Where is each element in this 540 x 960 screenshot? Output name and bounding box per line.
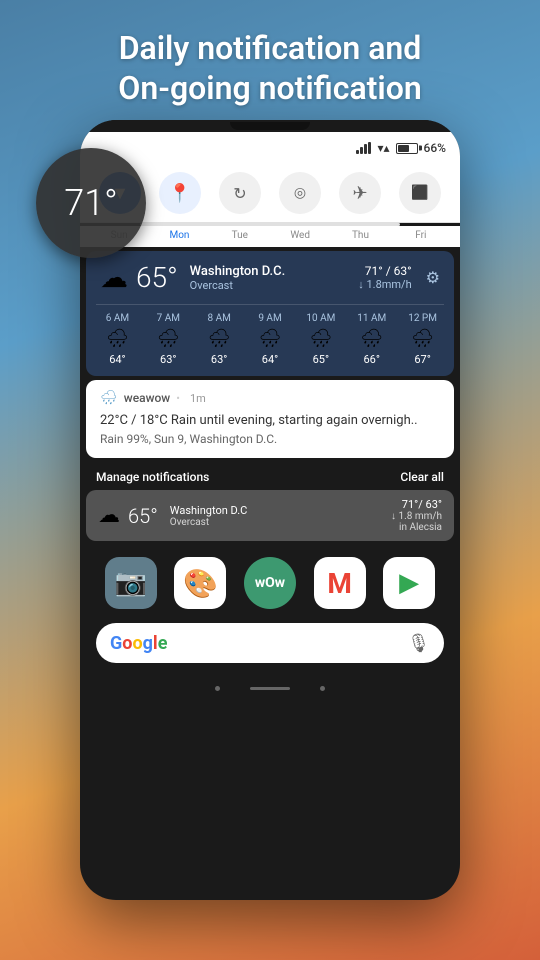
weather-right: 71° / 63° ↓ 1.8mm/h [358, 264, 411, 291]
manage-notifications-label[interactable]: Manage notifications [96, 470, 209, 484]
hour-7am: 7 AM 🌧 63° [143, 313, 194, 366]
hour-label-12pm: 12 PM [397, 313, 448, 324]
hour-12pm: 12 PM 🌧 67° [397, 313, 448, 366]
hour-11am: 11 AM 🌧 66° [346, 313, 397, 366]
nav-home[interactable] [250, 687, 290, 690]
weather-temperature: 65° [136, 261, 178, 294]
notif-time: 1m [190, 392, 206, 405]
google-search-bar[interactable]: Google 🎙 [96, 623, 444, 663]
hour-label-8am: 8 AM [194, 313, 245, 324]
collapsed-notification: ☁ 65° Washington D.C Overcast 71°/ 63° ↓… [86, 490, 454, 541]
notif-sub: Rain 99%, Sun 9, Washington D.C. [100, 432, 440, 446]
status-bar: ▾▴ 66% [80, 132, 460, 164]
hour-label-6am: 6 AM [92, 313, 143, 324]
location-button[interactable]: 📍 [159, 172, 201, 214]
battery-icon [396, 143, 418, 154]
hour-label-11am: 11 AM [346, 313, 397, 324]
hour-temp-11am: 66° [346, 353, 397, 366]
hour-icon-7am: 🌧 [143, 328, 194, 349]
collapsed-hilo: 71°/ 63° [391, 498, 442, 511]
hour-temp-9am: 64° [245, 353, 296, 366]
cal-day-mon: Mon [150, 230, 208, 241]
airplane-button[interactable]: ✈ [339, 172, 381, 214]
hour-6am: 6 AM 🌧 64° [92, 313, 143, 366]
hour-icon-12pm: 🌧 [397, 328, 448, 349]
hotspot-button[interactable]: ◎ [279, 172, 321, 214]
weather-city: Washington D.C. [190, 264, 351, 279]
notif-app-name: weawow [124, 391, 170, 405]
notif-header: 🌧 weawow • 1m [100, 390, 440, 406]
hour-icon-6am: 🌧 [92, 328, 143, 349]
mic-icon[interactable]: 🎙 [407, 633, 430, 654]
collapsed-rain: ↓ 1.8 mm/h [391, 511, 442, 522]
collapsed-temperature: 65° [128, 504, 158, 528]
collapsed-location: Washington D.C Overcast [166, 504, 248, 528]
hour-label-9am: 9 AM [245, 313, 296, 324]
gear-icon[interactable]: ⚙ [426, 268, 440, 287]
weather-rain-rate: ↓ 1.8mm/h [358, 278, 411, 291]
hour-icon-11am: 🌧 [346, 328, 397, 349]
manage-bar: Manage notifications Clear all [80, 462, 460, 488]
collapsed-by: in Alecsia [391, 522, 442, 533]
notif-dot: • [176, 392, 180, 405]
hour-icon-8am: 🌧 [194, 328, 245, 349]
cal-day-fri: Fri [392, 230, 450, 241]
phone-frame: ▾▴ 66% ▼ 📍 ↻ ◎ ✈ ⬛ Sun Mon Tue Wed Thu F… [80, 120, 460, 900]
sync-button[interactable]: ↻ [219, 172, 261, 214]
weather-location: Washington D.C. Overcast [186, 264, 351, 292]
wifi-icon: ▾▴ [377, 141, 389, 155]
cal-day-tue: Tue [211, 230, 269, 241]
collapsed-city: Washington D.C [170, 504, 248, 517]
collapsed-cloud-icon: ☁ [98, 503, 120, 528]
cloud-icon: ☁ [100, 261, 128, 294]
phone-notch [80, 120, 460, 132]
camera-app-icon[interactable]: 📷 [105, 557, 157, 609]
google-logo: Google [110, 633, 167, 654]
hour-label-10am: 10 AM [295, 313, 346, 324]
hour-8am: 8 AM 🌧 63° [194, 313, 245, 366]
battery-percentage: 66% [424, 141, 446, 155]
weather-card: ☁ 65° Washington D.C. Overcast 71° / 63°… [86, 251, 454, 376]
weather-high-low: 71° / 63° [358, 264, 411, 278]
notif-body: 22°C / 18°C Rain until evening, starting… [100, 412, 440, 430]
home-app-row: 📷 🎨 wOw M ▶ [80, 547, 460, 617]
weather-main-row: ☁ 65° Washington D.C. Overcast 71° / 63°… [86, 251, 454, 304]
hour-temp-10am: 65° [295, 353, 346, 366]
weawow-app-icon: 🌧 [100, 390, 118, 406]
clear-all-button[interactable]: Clear all [400, 470, 444, 484]
hour-temp-8am: 63° [194, 353, 245, 366]
hour-temp-7am: 63° [143, 353, 194, 366]
cal-day-thu: Thu [331, 230, 389, 241]
hour-9am: 9 AM 🌧 64° [245, 313, 296, 366]
gmail-app-icon[interactable]: M [314, 557, 366, 609]
hour-temp-6am: 64° [92, 353, 143, 366]
header-title: Daily notification and On-going notifica… [0, 0, 540, 118]
nav-bar [80, 673, 460, 703]
notification-card: 🌧 weawow • 1m 22°C / 18°C Rain until eve… [86, 380, 454, 458]
hour-10am: 10 AM 🌧 65° [295, 313, 346, 366]
header: Daily notification and On-going notifica… [0, 0, 540, 118]
hourly-forecast: 6 AM 🌧 64° 7 AM 🌧 63° 8 AM 🌧 63° 9 AM 🌧 … [86, 305, 454, 376]
hour-label-7am: 7 AM [143, 313, 194, 324]
weather-description: Overcast [190, 279, 351, 292]
wow-app-icon[interactable]: wOw [244, 557, 296, 609]
hour-icon-10am: 🌧 [295, 328, 346, 349]
collapsed-right: 71°/ 63° ↓ 1.8 mm/h in Alecsia [391, 498, 442, 533]
cast-button[interactable]: ⬛ [399, 172, 441, 214]
collapsed-desc: Overcast [170, 517, 248, 528]
cal-day-wed: Wed [271, 230, 329, 241]
signal-icon [356, 142, 371, 154]
nav-back[interactable] [215, 686, 220, 691]
hour-temp-12pm: 67° [397, 353, 448, 366]
photos-app-icon[interactable]: 🎨 [174, 557, 226, 609]
hour-icon-9am: 🌧 [245, 328, 296, 349]
nav-recents[interactable] [320, 686, 325, 691]
temperature-value: 71° [64, 182, 118, 224]
temperature-circle: 71° [36, 148, 146, 258]
play-app-icon[interactable]: ▶ [383, 557, 435, 609]
